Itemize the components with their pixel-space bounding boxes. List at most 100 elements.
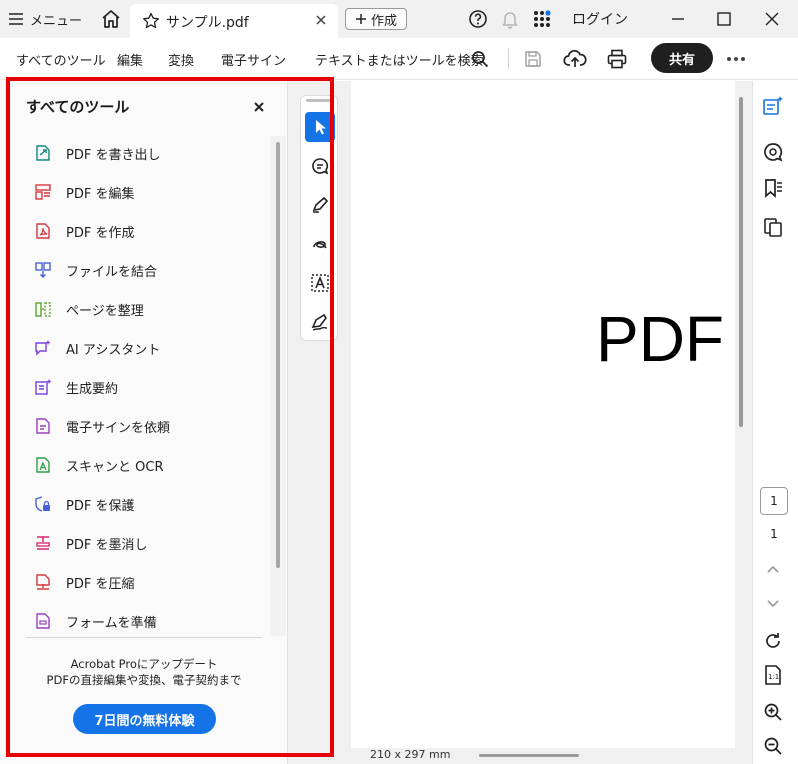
tool-label: PDF を書き出し: [66, 147, 161, 163]
current-page-input[interactable]: 1: [760, 487, 788, 515]
page-size-label: 210 x 297 mm: [370, 748, 451, 761]
request-esign-icon: [36, 418, 50, 434]
comment-icon: [312, 158, 329, 175]
document-horizontal-scrollbar[interactable]: [479, 754, 579, 757]
help-icon[interactable]: [468, 9, 488, 29]
tool-label: PDF を編集: [66, 186, 135, 202]
tool-compress-pdf[interactable]: PDF を圧縮: [34, 569, 134, 595]
star-icon[interactable]: [142, 12, 160, 30]
signature-icon: [311, 313, 328, 331]
prepare-form-icon: [36, 613, 50, 629]
notification-bell-icon[interactable]: [500, 9, 520, 29]
ai-summary-icon[interactable]: [762, 95, 784, 117]
select-tool-button[interactable]: [305, 112, 335, 142]
zoom-out-icon[interactable]: [762, 735, 784, 757]
save-icon[interactable]: [523, 49, 543, 69]
pdf-page[interactable]: [351, 81, 735, 748]
menu-esign[interactable]: 電子サイン: [221, 50, 286, 69]
login-link[interactable]: ログイン: [572, 9, 628, 29]
tool-search[interactable]: テキストまたはツールを検索: [315, 50, 484, 69]
create-button[interactable]: 作成: [345, 8, 407, 30]
more-options-icon[interactable]: [726, 56, 746, 62]
quick-tools-bar: [300, 95, 338, 341]
tab-close-icon[interactable]: [314, 13, 328, 27]
zoom-in-icon[interactable]: [762, 701, 784, 723]
comments-panel-icon[interactable]: [762, 141, 784, 163]
menu-button[interactable]: メニュー: [8, 7, 82, 31]
generative-summary-icon: [35, 379, 52, 395]
panel-title: すべてのツール: [26, 98, 130, 116]
fit-page-icon[interactable]: 1:1: [762, 664, 784, 686]
plus-icon: [355, 14, 366, 24]
tool-generative-summary[interactable]: 生成要約: [34, 374, 118, 400]
tool-list: PDF を書き出し PDF を編集 PDF を作成 ファイルを結合 ページを整理…: [0, 133, 270, 635]
export-pdf-icon: [36, 145, 50, 161]
tool-label: ファイルを結合: [66, 264, 158, 280]
apps-grid-icon[interactable]: [532, 9, 552, 29]
tool-redact-pdf[interactable]: PDF を墨消し: [34, 530, 147, 556]
tool-create-pdf[interactable]: PDF を作成: [34, 218, 134, 244]
cursor-icon: [316, 120, 326, 135]
panel-scroll-thumb[interactable]: [276, 142, 280, 568]
page-thumbnails-icon[interactable]: [762, 216, 784, 238]
quick-tools-grip[interactable]: [306, 99, 332, 102]
tool-scan-ocr[interactable]: スキャンと OCR: [34, 452, 163, 478]
free-trial-button[interactable]: 7日間の無料体験: [73, 704, 216, 734]
scan-ocr-icon: [36, 457, 50, 473]
menu-all-tools[interactable]: すべてのツール: [16, 50, 106, 69]
protect-pdf-icon: [35, 496, 50, 512]
document-vertical-scrollbar[interactable]: [739, 97, 743, 427]
tool-protect-pdf[interactable]: PDF を保護: [34, 491, 134, 517]
freehand-icon: [313, 241, 327, 249]
organize-pages-icon: [35, 302, 51, 317]
bookmark-icon[interactable]: [762, 177, 784, 199]
toolbar-divider: [508, 49, 509, 69]
share-button[interactable]: 共有: [651, 43, 713, 73]
menu-convert[interactable]: 変換: [168, 50, 194, 69]
draw-tool-button[interactable]: [305, 229, 335, 259]
combine-files-icon: [35, 262, 51, 278]
tool-label: PDF を作成: [66, 225, 135, 241]
sign-tool-button[interactable]: [305, 307, 335, 337]
tool-edit-pdf[interactable]: PDF を編集: [34, 179, 134, 205]
menu-label: メニュー: [30, 13, 83, 29]
text-box-icon: [311, 274, 329, 292]
tool-label: フォームを準備: [66, 615, 157, 631]
window-close-icon[interactable]: [762, 9, 782, 29]
tool-request-esign[interactable]: 電子サインを依頼: [34, 413, 170, 439]
hamburger-icon: [9, 13, 23, 25]
panel-close-icon[interactable]: [252, 100, 266, 114]
create-label: 作成: [370, 13, 397, 29]
print-icon[interactable]: [606, 48, 628, 70]
tool-organize-pages[interactable]: ページを整理: [34, 296, 144, 322]
tool-export-pdf[interactable]: PDF を書き出し: [34, 140, 160, 166]
next-page-icon[interactable]: [762, 592, 784, 614]
promo-line-1: Acrobat Proにアップデート: [70, 657, 218, 671]
menu-edit[interactable]: 編集: [117, 50, 143, 69]
document-tab[interactable]: サンプル.pdf: [130, 4, 338, 38]
search-icon[interactable]: [470, 49, 490, 69]
edit-pdf-icon: [35, 184, 51, 200]
maximize-icon[interactable]: [714, 9, 734, 29]
tool-ai-assistant[interactable]: AI アシスタント: [34, 335, 160, 361]
tool-combine-files[interactable]: ファイルを結合: [34, 257, 157, 283]
highlight-tool-button[interactable]: [305, 190, 335, 220]
create-pdf-icon: [36, 223, 50, 239]
upload-cloud-icon[interactable]: [563, 48, 587, 70]
redact-pdf-icon: [36, 536, 50, 550]
previous-page-icon[interactable]: [762, 559, 784, 581]
home-icon[interactable]: [100, 8, 122, 30]
minimize-icon[interactable]: [668, 9, 688, 29]
upgrade-promo: Acrobat Proにアップデート PDFの直接編集や変換、電子契約まで: [20, 656, 268, 688]
title-bar: メニュー サンプル.pdf 作成 ログイン: [0, 0, 798, 38]
all-tools-panel: すべてのツール PDF を書き出し PDF を編集 PDF を作成 ファイルを結…: [0, 80, 288, 764]
tool-prepare-form[interactable]: フォームを準備: [34, 608, 157, 634]
ai-assistant-icon: [35, 340, 51, 356]
tool-label: 電子サインを依頼: [66, 420, 171, 436]
panel-divider: [26, 637, 262, 638]
rotate-icon[interactable]: [762, 630, 784, 652]
tool-label: AI アシスタント: [66, 342, 161, 358]
comment-tool-button[interactable]: [305, 151, 335, 181]
text-tool-button[interactable]: [305, 268, 335, 298]
pen-icon: [312, 196, 329, 213]
